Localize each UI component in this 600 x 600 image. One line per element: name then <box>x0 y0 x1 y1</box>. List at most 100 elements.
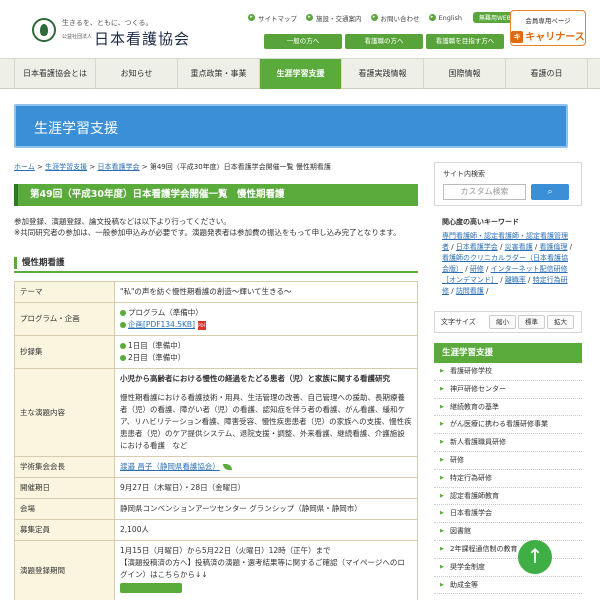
breadcrumb-society[interactable]: 日本看護学会 <box>97 163 139 171</box>
search-button[interactable]: ⌕ <box>531 184 569 200</box>
table-row: 演題登録期間 1月15日（月曜日）から5月22日（火曜日）12時（正午）まで 【… <box>14 540 418 600</box>
gnav-international[interactable]: 国際情報 <box>424 59 506 89</box>
table-row: 抄録集 1日目（準備中） 2日目（準備中） <box>14 335 418 369</box>
site-search: サイト内検索 カスタム検索 ⌕ <box>434 162 582 206</box>
chevron-right-icon: ▸ <box>248 14 255 21</box>
global-nav: 日本看護協会とは お知らせ 重点政策・事業 生涯学習支援 看護実践情報 国際情報… <box>0 58 600 89</box>
font-size-control: 文字サイズ 縮小 標準 拡大 <box>434 311 582 333</box>
breadcrumb-current: 第49回（平成30年度）日本看護学会開催一覧 慢性期看護 <box>149 163 331 171</box>
keyword-link[interactable]: 訪問看護 <box>456 287 484 295</box>
sidebar-item-correspondence[interactable]: 2年課程通信制の教育 <box>434 541 582 559</box>
plan-pdf-link[interactable]: 企画[PDF134.5KB] <box>128 320 195 329</box>
keywords-title: 関心度の高いキーワード <box>442 218 519 226</box>
site-header: 生きるを、ともに、つくる。 公益社団法人 日本看護協会 ▸ サイトマップ ▸ 施設・… <box>0 0 600 58</box>
sidebar-item-training-school[interactable]: 看護研修学校 <box>434 363 582 381</box>
font-size-label: 文字サイズ <box>441 318 476 326</box>
capacity-value: 2,100人 <box>114 519 418 541</box>
sidebar-item-specified-acts[interactable]: 特定行為研修 <box>434 470 582 488</box>
date-value: 9月27日（木曜日）・28日（金曜日） <box>114 477 418 499</box>
search-input[interactable]: カスタム検索 <box>443 184 526 200</box>
sidebar-item-nursing-society[interactable]: 日本看護学会 <box>434 505 582 524</box>
main-content: 第49回（平成30年度）日本看護学会開催一覧 慢性期看護 参加登録、演題登録、論… <box>14 184 418 600</box>
site-logo[interactable]: 生きるを、ともに、つくる。 公益社団法人 日本看護協会 <box>32 14 189 48</box>
font-normal-button[interactable]: 標準 <box>518 315 545 329</box>
reg-period: 1月15日（月曜日）から5月22日（火曜日）12時（正午）まで <box>120 546 331 555</box>
gnav-nursing-day[interactable]: 看護の日 <box>506 59 588 89</box>
keyword-link[interactable]: 日本看護学会 <box>456 243 498 251</box>
keyword-list: 専門看護師・認定看護師・認定看護管理者 / 日本看護学会 / 災害看護 / 看護… <box>442 232 573 295</box>
reg-note: 【演題投稿済の方へ】投稿済の演題・選考結果等に関するご確認（マイページへのログイ… <box>120 558 405 579</box>
sidebar-item-new-nurse-training[interactable]: 新人看護職員研修 <box>434 434 582 452</box>
keyword-link[interactable]: 離職率 <box>505 276 526 284</box>
gnav-news[interactable]: お知らせ <box>96 59 178 89</box>
row-label: プログラム・企画 <box>14 302 115 336</box>
row-label: 抄録集 <box>14 335 115 369</box>
table-row: 開催期日 9月27日（木曜日）・28日（金曜日） <box>14 477 418 499</box>
section-banner: 生涯学習支援 <box>14 104 568 148</box>
table-row: 学術集会会長 渡邉 昌子（静岡県看護協会） <box>14 456 418 478</box>
breadcrumb: ホーム > 生涯学習支援 > 日本看護学会 > 第49回（平成30年度）日本看護… <box>14 163 331 171</box>
row-label: テーマ <box>14 281 115 303</box>
chair-link[interactable]: 渡邉 昌子（静岡県看護協会） <box>120 462 220 471</box>
font-larger-button[interactable]: 拡大 <box>547 315 574 329</box>
logo-name: 日本看護協会 <box>94 30 191 48</box>
table-row: プログラム・企画 プログラム（準備中） 企画[PDF134.5KB] PDF <box>14 302 418 336</box>
search-icon: ⌕ <box>547 187 553 197</box>
row-label: 募集定員 <box>14 519 115 541</box>
bullet-icon <box>120 310 126 316</box>
chevron-right-icon: ▸ <box>428 14 436 21</box>
sidebar-item-certified-nurse[interactable]: 認定看護師教育 <box>434 488 582 506</box>
util-access[interactable]: ▸ 施設・交通案内 <box>306 12 362 23</box>
util-contact[interactable]: ▸ お問い合わせ <box>370 12 420 23</box>
font-smaller-button[interactable]: 縮小 <box>489 315 516 329</box>
carinurse-icon: キ <box>511 31 524 43</box>
banner-title: 生涯学習支援 <box>34 121 118 137</box>
page-top-button[interactable]: ↑ <box>518 540 552 574</box>
table-row: 会場 静岡県コンベンションアーツセンター グランシップ（静岡県・静岡市） <box>14 498 418 520</box>
sidebar-nav-title: 生涯学習支援 <box>434 343 582 363</box>
sidebar-item-grants[interactable]: 助成金等 <box>434 577 582 595</box>
sidebar-item-kobe-center[interactable]: 神戸研修センター <box>434 381 582 399</box>
intro-text: 参加登録、演題登録、論文投稿などは以下より行ってください。 ※共同研究者の参加は… <box>14 217 401 237</box>
keyword-link[interactable]: 研修 <box>470 265 484 273</box>
sidebar: サイト内検索 カスタム検索 ⌕ 関心度の高いキーワード 専門看護師・認定看護師・… <box>434 162 582 595</box>
breadcrumb-lifelong[interactable]: 生涯学習支援 <box>45 163 87 171</box>
keyword-link[interactable]: 災害看護 <box>505 243 533 251</box>
sidebar-item-scholarship[interactable]: 奨学金制度 <box>434 559 582 577</box>
page-title: 第49回（平成30年度）日本看護学会開催一覧 慢性期看護 <box>14 184 418 206</box>
chevron-right-icon: ▸ <box>370 14 378 21</box>
audience-nurses-button[interactable]: 看護職の方へ <box>345 34 423 49</box>
abstract-day1: 1日目（準備中） <box>128 341 186 350</box>
logo-mark-icon <box>32 18 56 42</box>
row-label: 演題登録期間 <box>14 540 115 600</box>
bullet-icon <box>120 322 126 328</box>
topic-body: 慢性期看護における看護技術・用具、生活管理の改善、自己管理への援助、長期療養者（… <box>120 393 412 450</box>
abstract-day2: 2日目（準備中） <box>128 353 186 362</box>
table-row: 募集定員 2,100人 <box>14 519 418 541</box>
chevron-right-icon: ▸ <box>306 14 313 21</box>
member-page-button[interactable]: 会員専用ページ キキャリナース <box>510 10 586 46</box>
sidebar-nav: 生涯学習支援 看護研修学校 神戸研修センター 継続教育の基準 がん医療に携わる看… <box>434 343 582 595</box>
mypage-login-button[interactable] <box>120 583 182 593</box>
gnav-policy[interactable]: 重点政策・事業 <box>178 59 260 89</box>
breadcrumb-home[interactable]: ホーム <box>14 163 35 171</box>
topic-heading: 小児から高齢者における慢性の経過をたどる患者（児）と家族に関する看護研究 <box>120 374 390 383</box>
sidebar-item-cancer-training[interactable]: がん医療に携わる看護研修事業 <box>434 416 582 435</box>
gnav-practice[interactable]: 看護実践情報 <box>342 59 424 89</box>
gnav-lifelong-learning[interactable]: 生涯学習支援 <box>260 59 342 89</box>
bullet-icon <box>120 355 126 361</box>
theme-value: "私"の声を紡ぐ慢性期看護の創造～輝いて生きる～ <box>114 281 418 303</box>
audience-general-button[interactable]: 一般の方へ <box>264 34 342 49</box>
util-sitemap[interactable]: ▸ サイトマップ <box>248 12 297 23</box>
logo-corp: 公益社団法人 <box>62 34 93 40</box>
program-status: プログラム（準備中） <box>128 308 203 317</box>
search-title: サイト内検索 <box>443 170 485 178</box>
keyword-link[interactable]: 看護倫理 <box>539 243 567 251</box>
audience-students-button[interactable]: 看護職を目指す方へ <box>426 34 504 49</box>
sidebar-item-education-standards[interactable]: 継続教育の基準 <box>434 399 582 417</box>
sidebar-item-library[interactable]: 図書館 <box>434 523 582 541</box>
table-row: テーマ "私"の声を紡ぐ慢性期看護の創造～輝いて生きる～ <box>14 281 418 303</box>
gnav-about[interactable]: 日本看護協会とは <box>14 59 96 89</box>
util-english[interactable]: ▸ English <box>428 12 462 23</box>
sidebar-item-training[interactable]: 研修 <box>434 452 582 470</box>
